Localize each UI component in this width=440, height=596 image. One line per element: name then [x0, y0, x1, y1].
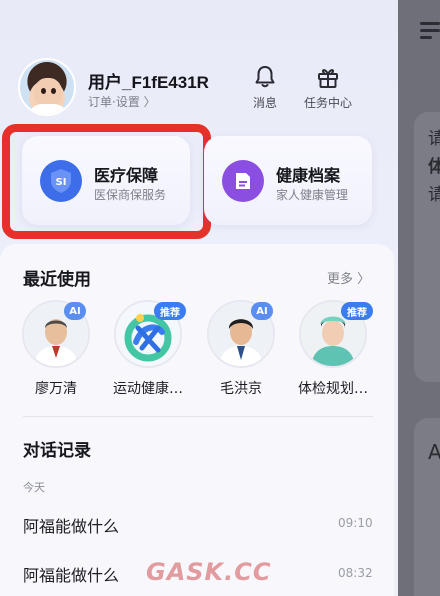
conversation-history-title: 对话记录	[23, 441, 91, 461]
ai-badge: AI	[251, 302, 273, 320]
task-center-button[interactable]: 任务中心	[304, 64, 352, 111]
conversation-item-title[interactable]: 阿福能做什么	[23, 562, 119, 586]
more-link[interactable]: 更多 〉	[327, 268, 370, 287]
health-records-title: 健康档案	[276, 166, 341, 185]
recommend-badge: 推荐	[154, 302, 186, 320]
recent-item-mao-hongjing[interactable]: 毛洪京	[196, 300, 286, 398]
recent-item-liao-wanqing[interactable]: 廖万清	[11, 300, 101, 398]
health-records-subtitle: 家人健康管理	[276, 188, 349, 202]
avatar-eye	[51, 88, 56, 94]
day-label: 今天	[23, 481, 45, 494]
messages-button[interactable]: 消息	[252, 64, 278, 111]
avatar-shirt	[28, 104, 68, 114]
peek-text: 请	[428, 185, 440, 205]
recent-item-label: 体检规划…	[298, 381, 368, 397]
recommend-badge: 推荐	[341, 302, 373, 320]
peek-text: A	[428, 440, 440, 464]
section-divider	[23, 416, 373, 417]
main-page-overlay[interactable]: 请 体 请 A	[398, 0, 440, 596]
recent-item-label: 毛洪京	[220, 381, 262, 397]
watermark: GASK.CC	[146, 558, 272, 586]
conversation-item-time: 09:10	[338, 516, 373, 530]
health-records-card[interactable]: 健康档案 家人健康管理	[204, 136, 372, 225]
content-panel	[0, 244, 394, 596]
highlight-frame	[2, 124, 211, 239]
peek-text: 请	[428, 129, 440, 149]
recent-item-label: 廖万清	[35, 381, 77, 397]
recent-item-label: 运动健康…	[113, 381, 183, 397]
conversation-item-title[interactable]: 阿福能做什么	[23, 513, 119, 537]
profile-drawer: 用户_F1fE431R 订单·设置 〉 消息 任务中心 SI 医疗保障 医保商保…	[0, 0, 398, 596]
task-center-label: 任务中心	[304, 96, 353, 110]
document-icon	[222, 160, 264, 202]
menu-icon	[420, 22, 440, 39]
messages-label: 消息	[252, 96, 277, 110]
peek-text: 体	[428, 157, 440, 177]
recent-title: 最近使用	[23, 270, 91, 290]
gift-icon	[318, 69, 338, 88]
username: 用户_F1fE431R	[88, 73, 209, 92]
order-settings-link[interactable]: 订单·设置 〉	[88, 93, 156, 110]
conversation-item-time: 08:32	[338, 566, 373, 580]
ai-badge: AI	[64, 302, 86, 320]
avatar[interactable]	[18, 58, 76, 116]
bell-icon	[255, 66, 275, 88]
avatar-eye	[41, 88, 46, 94]
